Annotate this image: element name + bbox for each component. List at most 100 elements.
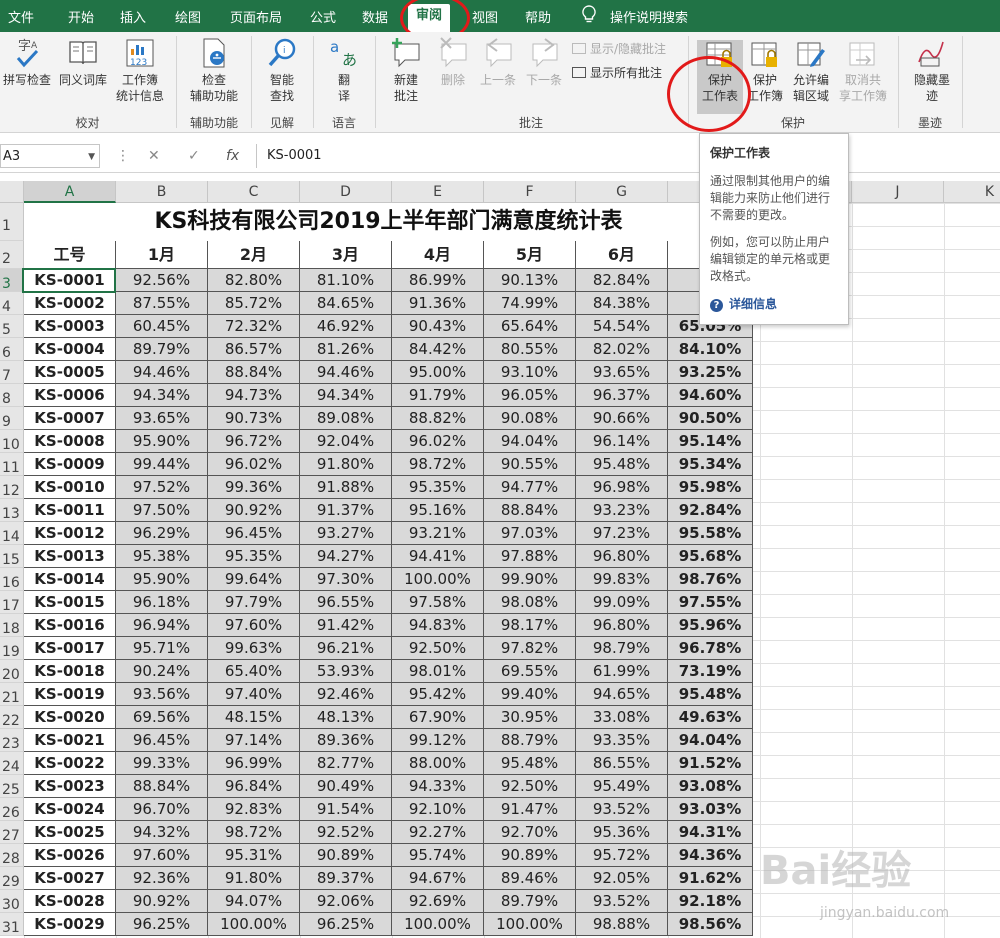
monthly-score-cell[interactable]: 84.65%: [300, 292, 392, 315]
employee-id-cell[interactable]: KS-0002: [24, 292, 116, 315]
monthly-score-cell[interactable]: 94.73%: [208, 384, 300, 407]
column-title-cell[interactable]: 工号: [24, 241, 116, 269]
chevron-down-icon[interactable]: ▼: [88, 145, 95, 169]
employee-id-cell[interactable]: KS-0023: [24, 775, 116, 798]
row-header[interactable]: 18: [0, 614, 24, 637]
monthly-score-cell[interactable]: 96.37%: [576, 384, 668, 407]
monthly-score-cell[interactable]: 94.83%: [392, 614, 484, 637]
monthly-score-cell[interactable]: 69.56%: [116, 706, 208, 729]
monthly-score-cell[interactable]: 88.79%: [484, 729, 576, 752]
monthly-score-cell[interactable]: 91.42%: [300, 614, 392, 637]
row-header[interactable]: 1: [0, 203, 24, 241]
average-score-cell[interactable]: 95.68%: [668, 545, 753, 568]
monthly-score-cell[interactable]: 95.72%: [576, 844, 668, 867]
average-score-cell[interactable]: 93.03%: [668, 798, 753, 821]
monthly-score-cell[interactable]: 96.99%: [208, 752, 300, 775]
average-score-cell[interactable]: 91.52%: [668, 752, 753, 775]
monthly-score-cell[interactable]: 85.72%: [208, 292, 300, 315]
monthly-score-cell[interactable]: 97.60%: [116, 844, 208, 867]
row-header[interactable]: 30: [0, 890, 24, 913]
average-score-cell[interactable]: 94.60%: [668, 384, 753, 407]
workbook-statistics-button[interactable]: 123 工作簿 统计信息: [112, 36, 168, 104]
monthly-score-cell[interactable]: 87.55%: [116, 292, 208, 315]
monthly-score-cell[interactable]: 98.72%: [208, 821, 300, 844]
show-all-comments-button[interactable]: 显示所有批注: [572, 64, 662, 81]
monthly-score-cell[interactable]: 97.82%: [484, 637, 576, 660]
employee-id-cell[interactable]: KS-0022: [24, 752, 116, 775]
check-accessibility-button[interactable]: 检查 辅助功能: [182, 36, 246, 104]
monthly-score-cell[interactable]: 92.83%: [208, 798, 300, 821]
monthly-score-cell[interactable]: 99.40%: [484, 683, 576, 706]
average-score-cell[interactable]: 95.48%: [668, 683, 753, 706]
average-score-cell[interactable]: 93.25%: [668, 361, 753, 384]
monthly-score-cell[interactable]: 92.27%: [392, 821, 484, 844]
monthly-score-cell[interactable]: 95.36%: [576, 821, 668, 844]
monthly-score-cell[interactable]: 99.33%: [116, 752, 208, 775]
monthly-score-cell[interactable]: 96.25%: [300, 913, 392, 936]
monthly-score-cell[interactable]: 94.41%: [392, 545, 484, 568]
monthly-score-cell[interactable]: 48.15%: [208, 706, 300, 729]
row-header[interactable]: 8: [0, 384, 24, 407]
employee-id-cell[interactable]: KS-0005: [24, 361, 116, 384]
thesaurus-button[interactable]: 同义词库: [56, 36, 110, 88]
monthly-score-cell[interactable]: 93.56%: [116, 683, 208, 706]
monthly-score-cell[interactable]: 98.79%: [576, 637, 668, 660]
monthly-score-cell[interactable]: 95.74%: [392, 844, 484, 867]
monthly-score-cell[interactable]: 96.94%: [116, 614, 208, 637]
monthly-score-cell[interactable]: 89.37%: [300, 867, 392, 890]
monthly-score-cell[interactable]: 96.98%: [576, 476, 668, 499]
monthly-score-cell[interactable]: 88.00%: [392, 752, 484, 775]
employee-id-cell[interactable]: KS-0012: [24, 522, 116, 545]
monthly-score-cell[interactable]: 95.42%: [392, 683, 484, 706]
employee-id-cell[interactable]: KS-0029: [24, 913, 116, 936]
monthly-score-cell[interactable]: 91.37%: [300, 499, 392, 522]
monthly-score-cell[interactable]: 97.58%: [392, 591, 484, 614]
row-header[interactable]: 13: [0, 499, 24, 522]
monthly-score-cell[interactable]: 93.65%: [116, 407, 208, 430]
average-score-cell[interactable]: 95.58%: [668, 522, 753, 545]
monthly-score-cell[interactable]: 99.90%: [484, 568, 576, 591]
monthly-score-cell[interactable]: 97.14%: [208, 729, 300, 752]
monthly-score-cell[interactable]: 92.46%: [300, 683, 392, 706]
monthly-score-cell[interactable]: 98.72%: [392, 453, 484, 476]
employee-id-cell[interactable]: KS-0021: [24, 729, 116, 752]
monthly-score-cell[interactable]: 86.55%: [576, 752, 668, 775]
monthly-score-cell[interactable]: 80.55%: [484, 338, 576, 361]
employee-id-cell[interactable]: KS-0024: [24, 798, 116, 821]
monthly-score-cell[interactable]: 92.69%: [392, 890, 484, 913]
monthly-score-cell[interactable]: 93.52%: [576, 890, 668, 913]
monthly-score-cell[interactable]: 48.13%: [300, 706, 392, 729]
monthly-score-cell[interactable]: 94.46%: [116, 361, 208, 384]
monthly-score-cell[interactable]: 60.45%: [116, 315, 208, 338]
monthly-score-cell[interactable]: 95.31%: [208, 844, 300, 867]
monthly-score-cell[interactable]: 67.90%: [392, 706, 484, 729]
employee-id-cell[interactable]: KS-0027: [24, 867, 116, 890]
monthly-score-cell[interactable]: 98.01%: [392, 660, 484, 683]
previous-comment-button[interactable]: 上一条: [476, 36, 520, 88]
enter-icon[interactable]: ✓: [188, 148, 200, 164]
row-header[interactable]: 10: [0, 430, 24, 453]
employee-id-cell[interactable]: KS-0010: [24, 476, 116, 499]
row-header[interactable]: 24: [0, 752, 24, 775]
row-header[interactable]: 15: [0, 545, 24, 568]
monthly-score-cell[interactable]: 92.10%: [392, 798, 484, 821]
column-header-g[interactable]: G: [576, 181, 668, 203]
monthly-score-cell[interactable]: 97.03%: [484, 522, 576, 545]
monthly-score-cell[interactable]: 96.70%: [116, 798, 208, 821]
show-hide-comment-button[interactable]: 显示/隐藏批注: [572, 40, 666, 57]
monthly-score-cell[interactable]: 84.38%: [576, 292, 668, 315]
column-header-a[interactable]: A: [24, 181, 116, 203]
row-header[interactable]: 2: [0, 241, 24, 269]
monthly-score-cell[interactable]: 95.48%: [576, 453, 668, 476]
row-header[interactable]: 21: [0, 683, 24, 706]
monthly-score-cell[interactable]: 33.08%: [576, 706, 668, 729]
employee-id-cell[interactable]: KS-0007: [24, 407, 116, 430]
monthly-score-cell[interactable]: 97.88%: [484, 545, 576, 568]
monthly-score-cell[interactable]: 89.46%: [484, 867, 576, 890]
row-header[interactable]: 27: [0, 821, 24, 844]
monthly-score-cell[interactable]: 99.36%: [208, 476, 300, 499]
monthly-score-cell[interactable]: 81.26%: [300, 338, 392, 361]
monthly-score-cell[interactable]: 72.32%: [208, 315, 300, 338]
row-header[interactable]: 5: [0, 315, 24, 338]
monthly-score-cell[interactable]: 92.05%: [576, 867, 668, 890]
